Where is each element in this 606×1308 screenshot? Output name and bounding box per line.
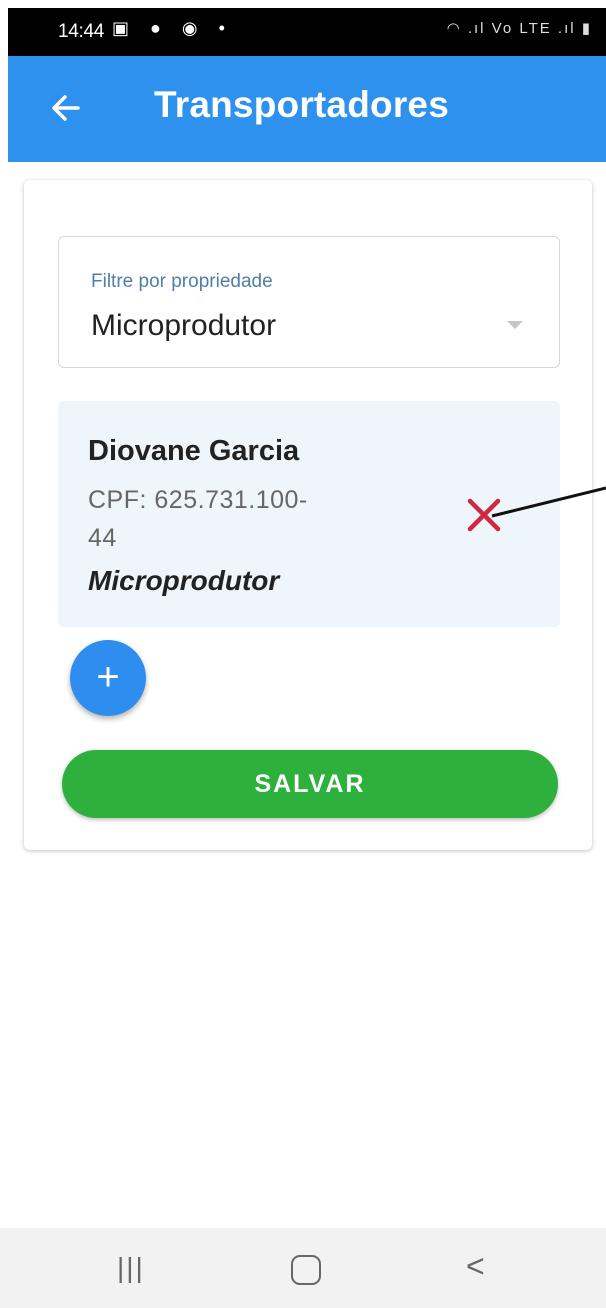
select-label: Filtre por propriedade bbox=[91, 271, 273, 292]
home-icon[interactable] bbox=[291, 1255, 321, 1285]
add-transporter-button[interactable]: + bbox=[70, 640, 146, 716]
system-nav-bar: ||| < bbox=[0, 1228, 606, 1308]
signal-icons: ◠ .ıl Vo LTE .ıl ▮ bbox=[446, 20, 592, 37]
annotation-pointer-line bbox=[491, 486, 606, 518]
page-title: Transportadores bbox=[154, 84, 449, 125]
transporter-cpf: CPF: 625.731.100- 44 bbox=[88, 481, 368, 557]
dropdown-caret-icon bbox=[507, 321, 523, 329]
transporter-item: Diovane Garcia CPF: 625.731.100- 44 Micr… bbox=[58, 401, 560, 627]
recent-apps-icon[interactable]: ||| bbox=[117, 1252, 145, 1284]
cpf-line-1: CPF: 625.731.100- bbox=[88, 486, 308, 514]
notification-icons: ▣ ● ◉ • bbox=[112, 18, 233, 38]
back-arrow-icon[interactable] bbox=[44, 86, 88, 130]
transporter-type: Microprodutor bbox=[88, 565, 280, 596]
status-time: 14:44 bbox=[58, 21, 105, 42]
transporter-name: Diovane Garcia bbox=[88, 435, 300, 467]
app-bar: Transportadores bbox=[8, 56, 606, 162]
save-button[interactable]: SALVAR bbox=[62, 750, 558, 818]
status-bar: 14:44 ▣ ● ◉ • ◠ .ıl Vo LTE .ıl ▮ bbox=[8, 8, 606, 56]
cpf-line-2: 44 bbox=[88, 524, 117, 552]
property-filter-select[interactable]: Filtre por propriedade Microprodutor bbox=[58, 236, 560, 368]
arrow-left-icon bbox=[52, 95, 80, 121]
nav-back-icon[interactable]: < bbox=[466, 1248, 485, 1285]
select-value: Microprodutor bbox=[91, 309, 277, 342]
